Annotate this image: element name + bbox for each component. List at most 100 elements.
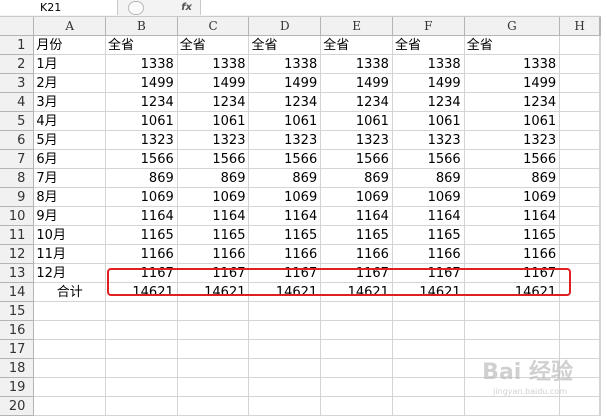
cell-h2[interactable] <box>559 54 600 74</box>
cell-b8[interactable]: 869 <box>105 168 178 188</box>
cell-partial[interactable] <box>599 377 601 397</box>
cell-f3[interactable]: 1499 <box>392 73 465 93</box>
cell-b5[interactable]: 1061 <box>105 111 178 131</box>
cell-g13[interactable]: 1167 <box>464 263 561 283</box>
row-header-5[interactable]: 5 <box>0 111 35 131</box>
row-header-15[interactable]: 15 <box>0 301 35 321</box>
cell-h7[interactable] <box>559 149 600 169</box>
column-header-a[interactable]: A <box>33 17 107 36</box>
cell-b14[interactable]: 14621 <box>105 282 178 302</box>
cell-d1[interactable]: 全省 <box>248 35 322 55</box>
cell-f13[interactable]: 1167 <box>392 263 465 283</box>
cell-d10[interactable]: 1164 <box>248 206 322 226</box>
cell-partial[interactable] <box>599 358 601 378</box>
cell-a16[interactable] <box>33 320 107 340</box>
cell-b13[interactable]: 1167 <box>105 263 178 283</box>
cell-h17[interactable] <box>559 339 600 359</box>
cell-f15[interactable] <box>392 301 465 321</box>
cell-f20[interactable] <box>392 396 465 416</box>
cell-b19[interactable] <box>105 377 178 397</box>
cell-h1[interactable] <box>559 35 600 55</box>
cell-b2[interactable]: 1338 <box>105 54 178 74</box>
cell-d8[interactable]: 869 <box>248 168 322 188</box>
cell-a14[interactable]: 合计 <box>33 282 107 302</box>
cell-h16[interactable] <box>559 320 600 340</box>
cell-partial[interactable] <box>599 168 601 188</box>
cell-partial[interactable] <box>599 339 601 359</box>
cell-e12[interactable]: 1166 <box>320 244 393 264</box>
cell-e6[interactable]: 1323 <box>320 130 393 150</box>
cell-d6[interactable]: 1323 <box>248 130 322 150</box>
cell-a3[interactable]: 2月 <box>33 73 107 93</box>
row-header-16[interactable]: 16 <box>0 320 35 340</box>
cell-e4[interactable]: 1234 <box>320 92 393 112</box>
insert-function-button[interactable]: fx <box>128 0 198 15</box>
cell-e18[interactable] <box>320 358 393 378</box>
cell-d7[interactable]: 1566 <box>248 149 322 169</box>
row-header-9[interactable]: 9 <box>0 187 35 207</box>
cell-a15[interactable] <box>33 301 107 321</box>
cell-b11[interactable]: 1165 <box>105 225 178 245</box>
row-header-11[interactable]: 11 <box>0 225 35 245</box>
name-box[interactable]: K21 <box>0 0 118 15</box>
cell-a12[interactable]: 11月 <box>33 244 107 264</box>
cell-d17[interactable] <box>248 339 322 359</box>
cell-c16[interactable] <box>177 320 250 340</box>
cell-a1[interactable]: 月份 <box>33 35 107 55</box>
cell-c15[interactable] <box>177 301 250 321</box>
cell-h18[interactable] <box>559 358 600 378</box>
cell-partial[interactable] <box>599 301 601 321</box>
cell-d5[interactable]: 1061 <box>248 111 322 131</box>
cell-d18[interactable] <box>248 358 322 378</box>
row-header-2[interactable]: 2 <box>0 54 35 74</box>
cell-f1[interactable]: 全省 <box>392 35 465 55</box>
cell-c18[interactable] <box>177 358 250 378</box>
cell-g14[interactable]: 14621 <box>464 282 561 302</box>
cell-h15[interactable] <box>559 301 600 321</box>
cell-a8[interactable]: 7月 <box>33 168 107 188</box>
cell-c6[interactable]: 1323 <box>177 130 250 150</box>
cell-e20[interactable] <box>320 396 393 416</box>
cell-e15[interactable] <box>320 301 393 321</box>
row-header-17[interactable]: 17 <box>0 339 35 359</box>
cell-h12[interactable] <box>559 244 600 264</box>
cell-partial[interactable] <box>599 130 601 150</box>
cell-a17[interactable] <box>33 339 107 359</box>
select-all-corner[interactable] <box>0 17 35 36</box>
cell-partial[interactable] <box>599 35 601 55</box>
cell-d11[interactable]: 1165 <box>248 225 322 245</box>
cell-a5[interactable]: 4月 <box>33 111 107 131</box>
cell-h3[interactable] <box>559 73 600 93</box>
cell-e14[interactable]: 14621 <box>320 282 393 302</box>
cell-h20[interactable] <box>559 396 600 416</box>
row-header-4[interactable]: 4 <box>0 92 35 112</box>
cell-a18[interactable] <box>33 358 107 378</box>
cell-g17[interactable] <box>464 339 561 359</box>
cell-e16[interactable] <box>320 320 393 340</box>
cell-a2[interactable]: 1月 <box>33 54 107 74</box>
cell-d9[interactable]: 1069 <box>248 187 322 207</box>
row-header-12[interactable]: 12 <box>0 244 35 264</box>
cell-c20[interactable] <box>177 396 250 416</box>
cell-a10[interactable]: 9月 <box>33 206 107 226</box>
cell-b17[interactable] <box>105 339 178 359</box>
cell-b6[interactable]: 1323 <box>105 130 178 150</box>
column-header-partial[interactable] <box>599 17 601 36</box>
column-header-f[interactable]: F <box>392 17 465 36</box>
cell-e2[interactable]: 1338 <box>320 54 393 74</box>
cell-b15[interactable] <box>105 301 178 321</box>
column-header-h[interactable]: H <box>559 17 600 36</box>
cell-f16[interactable] <box>392 320 465 340</box>
row-header-7[interactable]: 7 <box>0 149 35 169</box>
cell-e17[interactable] <box>320 339 393 359</box>
formula-input[interactable] <box>200 0 601 15</box>
cell-g19[interactable] <box>464 377 561 397</box>
cell-c10[interactable]: 1164 <box>177 206 250 226</box>
cell-g6[interactable]: 1323 <box>464 130 561 150</box>
cell-b1[interactable]: 全省 <box>105 35 178 55</box>
cell-a4[interactable]: 3月 <box>33 92 107 112</box>
cell-g7[interactable]: 1566 <box>464 149 561 169</box>
cell-f18[interactable] <box>392 358 465 378</box>
cell-partial[interactable] <box>599 92 601 112</box>
cell-e5[interactable]: 1061 <box>320 111 393 131</box>
